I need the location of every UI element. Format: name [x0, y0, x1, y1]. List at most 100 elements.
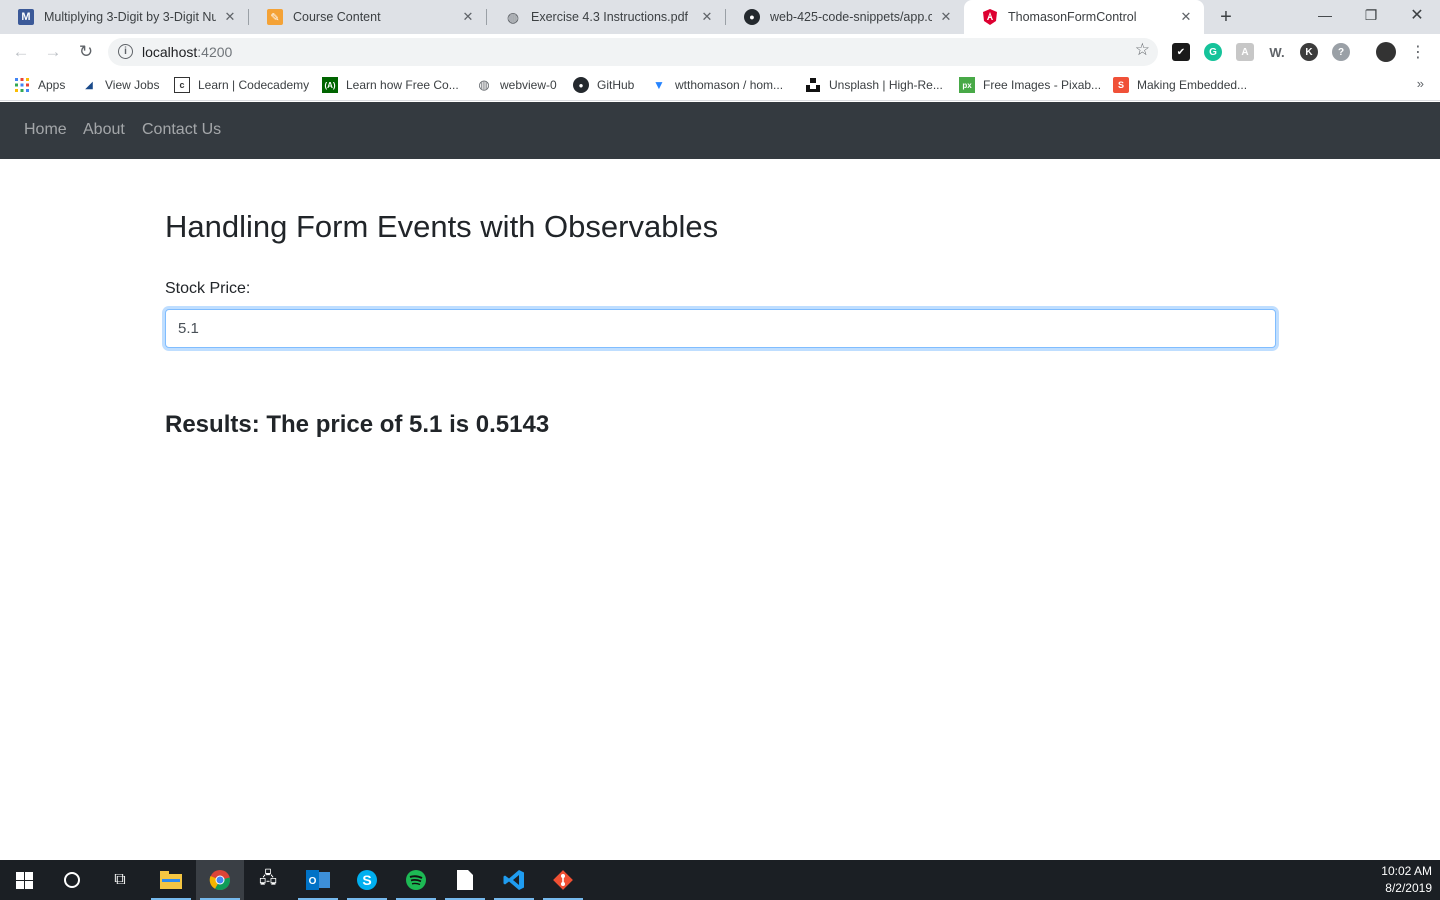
git-kraken-icon[interactable] [539, 860, 587, 900]
url-host: localhost [142, 44, 198, 60]
tab-title: ThomasonFormControl [1008, 10, 1137, 24]
apps-grid-icon [14, 77, 30, 93]
bookmarks-bar: Apps ◢ View Jobs c Learn | Codecademy (A… [0, 70, 1440, 101]
clock-date: 8/2/2019 [1385, 881, 1432, 895]
kami-icon[interactable]: K [1300, 43, 1318, 61]
bookmark-label: View Jobs [105, 78, 160, 92]
bitbucket-icon: ▼ [653, 78, 665, 92]
browser-tab-3[interactable]: ◍ Exercise 4.3 Instructions.pdf ✕ [487, 0, 725, 34]
page-title: Handling Form Events with Observables [165, 209, 719, 244]
bookmark-label: wtthomason / hom... [675, 78, 784, 92]
back-arrow-icon[interactable]: ← [9, 40, 33, 64]
codecademy-icon: c [174, 77, 190, 93]
tab-title: Course Content [293, 10, 381, 24]
url-text[interactable]: localhost:4200 [142, 44, 232, 60]
bookmark-pixabay[interactable]: px Free Images - Pixab... [959, 76, 1101, 94]
clock-time: 10:02 AM [1381, 864, 1432, 878]
address-bar[interactable]: i localhost:4200 ☆ [108, 38, 1158, 66]
jobs-icon: ◢ [85, 79, 93, 91]
browser-tab-1[interactable]: M Multiplying 3-Digit by 3-Digit Nu ✕ [0, 0, 248, 34]
unsplash-icon [805, 77, 821, 93]
browser-tab-5-active[interactable]: ThomasonFormControl ✕ [964, 0, 1204, 34]
minimize-icon[interactable]: — [1302, 0, 1348, 30]
app-navbar: Home About Contact Us [0, 102, 1440, 159]
browser-toolbar: ← → ↻ i localhost:4200 ☆ ✔ G A W. K ? ⋮ [0, 34, 1440, 70]
bookmark-view-jobs[interactable]: ◢ View Jobs [81, 76, 159, 94]
close-icon[interactable]: ✕ [222, 9, 238, 25]
browser-tab-4[interactable]: ● web-425-code-snippets/app.com ✕ [726, 0, 964, 34]
bookmark-star-icon[interactable]: ☆ [1135, 40, 1150, 60]
bookmark-label: Learn | Codecademy [198, 78, 310, 92]
svg-text:S: S [362, 872, 371, 888]
menu-kebab-icon[interactable]: ⋮ [1406, 40, 1430, 64]
bookmark-label: Making Embedded... [1137, 78, 1248, 92]
bookmark-codecademy[interactable]: c Learn | Codecademy [174, 76, 309, 94]
bookmark-label: GitHub [597, 78, 635, 92]
nav-link-home[interactable]: Home [24, 121, 67, 139]
forward-arrow-icon[interactable]: → [41, 40, 65, 64]
bookmark-label: Learn how Free Co... [346, 78, 459, 92]
bookmark-bitbucket[interactable]: ▼ wtthomason / hom... [651, 76, 783, 94]
shield-question-icon[interactable]: ? [1332, 43, 1350, 61]
window-close-icon[interactable]: ✕ [1394, 0, 1440, 30]
globe-icon: ◍ [506, 8, 520, 25]
reload-icon[interactable]: ↻ [74, 40, 98, 64]
skype-icon[interactable]: S [343, 860, 391, 900]
extension-checkmark-icon[interactable]: ✔ [1172, 43, 1190, 61]
tab-title: Multiplying 3-Digit by 3-Digit Nu [44, 10, 216, 24]
nav-link-contact-us[interactable]: Contact Us [142, 121, 221, 139]
angular-icon [982, 9, 998, 25]
new-tab-button[interactable]: + [1214, 5, 1238, 29]
search-circle-icon[interactable] [48, 860, 96, 900]
bookmark-github[interactable]: ● GitHub [573, 76, 634, 94]
bookmark-freecodecamp[interactable]: (A) Learn how Free Co... [322, 76, 459, 94]
medium-m-icon: M [18, 9, 34, 25]
profile-avatar-icon[interactable] [1376, 42, 1396, 62]
bookmark-label: webview-0 [500, 78, 557, 92]
bookmark-label: Free Images - Pixab... [983, 78, 1102, 92]
pixabay-icon: px [959, 77, 975, 93]
chrome-icon[interactable] [196, 860, 244, 900]
outlook-icon[interactable]: O [294, 860, 342, 900]
spotify-icon[interactable] [392, 860, 440, 900]
document-icon[interactable] [441, 860, 489, 900]
restore-icon[interactable]: ❐ [1348, 0, 1394, 30]
nav-link-about[interactable]: About [83, 121, 125, 139]
site-info-icon[interactable]: i [118, 44, 133, 59]
grammarly-icon[interactable]: G [1204, 43, 1222, 61]
github-icon: ● [744, 9, 760, 25]
vscode-icon[interactable] [490, 860, 538, 900]
bookmark-label: Unsplash | High-Re... [829, 78, 943, 92]
stock-price-label: Stock Price: [165, 280, 251, 297]
github-icon: ● [573, 77, 589, 93]
bookmark-webview[interactable]: ◍ webview-0 [476, 76, 557, 94]
system-clock[interactable]: 10:02 AM 8/2/2019 [1381, 863, 1432, 897]
results-text: Results: The price of 5.1 is 0.5143 [165, 411, 550, 438]
wappalyzer-icon[interactable]: W. [1268, 43, 1286, 61]
windows-start-icon[interactable] [0, 860, 48, 900]
close-icon[interactable]: ✕ [938, 9, 954, 25]
swift-icon: S [1113, 77, 1129, 93]
bookmark-swift[interactable]: S Making Embedded... [1113, 76, 1247, 94]
tab-title: Exercise 4.3 Instructions.pdf [531, 10, 689, 24]
file-explorer-icon[interactable] [147, 860, 195, 900]
browser-tab-strip: M Multiplying 3-Digit by 3-Digit Nu ✕ ✎ … [0, 0, 1440, 34]
bookmark-unsplash[interactable]: Unsplash | High-Re... [805, 76, 943, 94]
course-pencil-icon: ✎ [267, 9, 283, 25]
globe-icon: ◍ [478, 77, 490, 92]
close-icon[interactable]: ✕ [1178, 9, 1194, 25]
bookmark-label: Apps [38, 78, 66, 92]
browser-tab-2[interactable]: ✎ Course Content ✕ [249, 0, 486, 34]
close-icon[interactable]: ✕ [460, 9, 476, 25]
url-port: :4200 [197, 44, 233, 60]
extension-puzzle-icon[interactable]: A [1236, 43, 1254, 61]
stock-price-input[interactable] [165, 309, 1276, 348]
freecodecamp-icon: (A) [322, 77, 338, 93]
bookmarks-overflow-icon[interactable]: » [1417, 76, 1424, 91]
svg-text:O: O [309, 876, 317, 887]
network-computer-icon[interactable]: 🖧 [244, 860, 292, 900]
bookmark-apps[interactable]: Apps [14, 76, 65, 94]
windows-taskbar: ⧉ 🖧 O S 10:02 AM 8/2/2019 [0, 860, 1440, 900]
task-view-icon[interactable]: ⧉ [96, 860, 144, 900]
close-icon[interactable]: ✕ [699, 9, 715, 25]
